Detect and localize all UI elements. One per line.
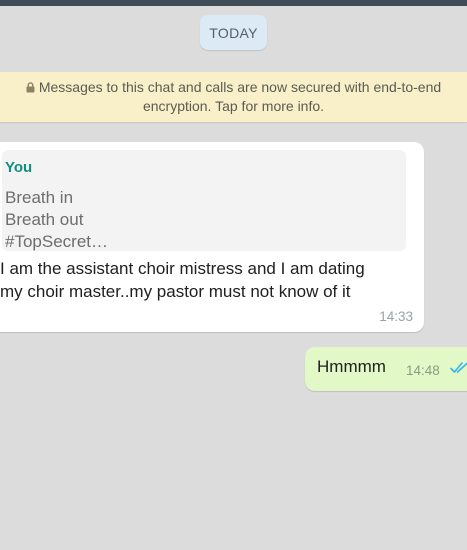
message-time: 14:48 [406,363,440,378]
quoted-line: #TopSecret… [5,232,108,251]
double-check-icon [450,362,467,373]
encryption-notice[interactable]: Messages to this chat and calls are now … [0,72,467,122]
message-time: 14:33 [379,309,413,324]
encryption-notice-line2: encryption. Tap for more info. [142,98,325,114]
date-divider: TODAY [200,15,267,50]
encryption-notice-line1: Messages to this chat and calls are now … [38,79,442,95]
quoted-author: You [5,159,33,176]
outgoing-message[interactable]: Hmmmm 14:48 [305,347,467,391]
incoming-message[interactable]: You Breath in Breath out #TopSecret… I a… [0,142,424,332]
message-text-line: I am the assistant choir mistress and I … [0,259,365,278]
message-text-line: my choir master..my pastor must not know… [0,282,351,301]
message-text: I am the assistant choir mistress and I … [0,257,410,303]
app-bar-edge [0,0,467,6]
lock-icon [26,82,35,93]
quoted-line: Breath out [5,210,84,229]
quoted-message[interactable]: You Breath in Breath out #TopSecret… [2,150,406,251]
quoted-line: Breath in [5,188,74,207]
message-text: Hmmmm [317,357,386,376]
